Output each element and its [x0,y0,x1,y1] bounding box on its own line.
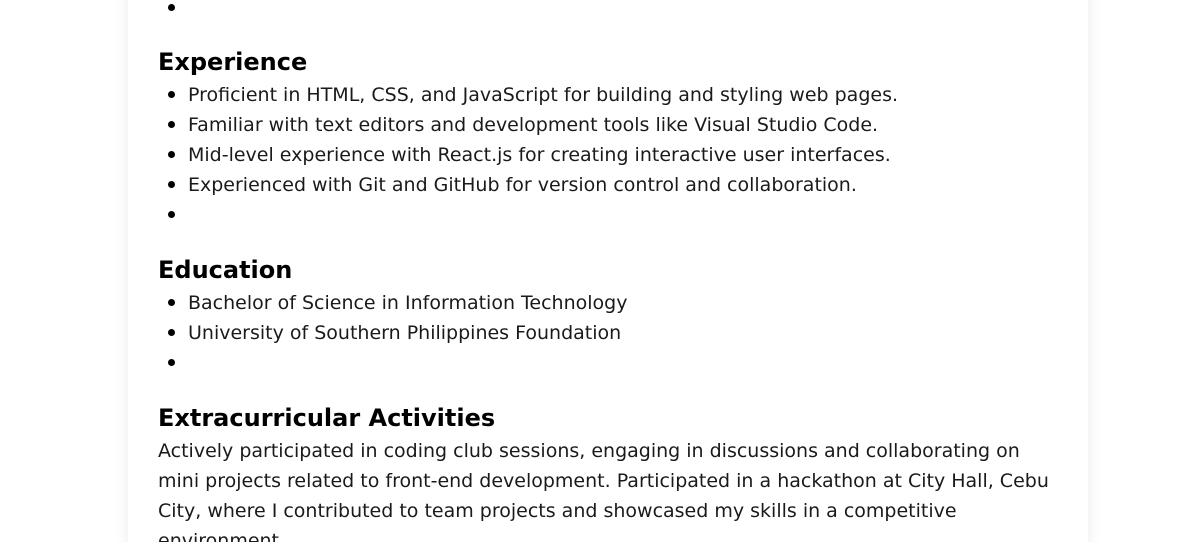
bullet-icon [168,181,175,188]
list-item [158,0,1058,23]
list-item: Proficient in HTML, CSS, and JavaScript … [158,80,1058,110]
extracurricular-heading: Extracurricular Activities [158,404,496,432]
previous-section-list [158,0,1058,23]
list-item-text: Experienced with Git and GitHub for vers… [188,174,857,196]
bullet-icon [168,299,175,306]
bullet-icon [168,329,175,336]
list-item: Bachelor of Science in Information Techn… [158,288,1058,318]
bullet-icon [168,151,175,158]
list-item [158,200,1058,230]
list-item-text: Proficient in HTML, CSS, and JavaScript … [188,84,899,106]
experience-heading: Experience [158,48,308,76]
list-item-text: Familiar with text editors and developme… [188,114,879,136]
list-item-text: Bachelor of Science in Information Techn… [188,292,628,314]
list-item: University of Southern Philippines Found… [158,318,1058,348]
list-item: Mid-level experience with React.js for c… [158,140,1058,170]
extracurricular-text: Actively participated in coding club ses… [158,440,1049,542]
list-item: Familiar with text editors and developme… [158,110,1058,140]
list-item [158,348,1058,378]
list-item-text: University of Southern Philippines Found… [188,322,622,344]
bullet-icon [168,359,175,366]
bullet-icon [168,91,175,98]
experience-list: Proficient in HTML, CSS, and JavaScript … [158,80,1058,230]
bullet-icon [168,211,175,218]
bullet-icon [168,4,175,11]
list-item-text: Mid-level experience with React.js for c… [188,144,891,166]
bullet-icon [168,121,175,128]
resume-content: Experience Proficient in HTML, CSS, and … [158,0,1058,542]
education-heading: Education [158,256,293,284]
education-list: Bachelor of Science in Information Techn… [158,288,1058,378]
list-item: Experienced with Git and GitHub for vers… [158,170,1058,200]
